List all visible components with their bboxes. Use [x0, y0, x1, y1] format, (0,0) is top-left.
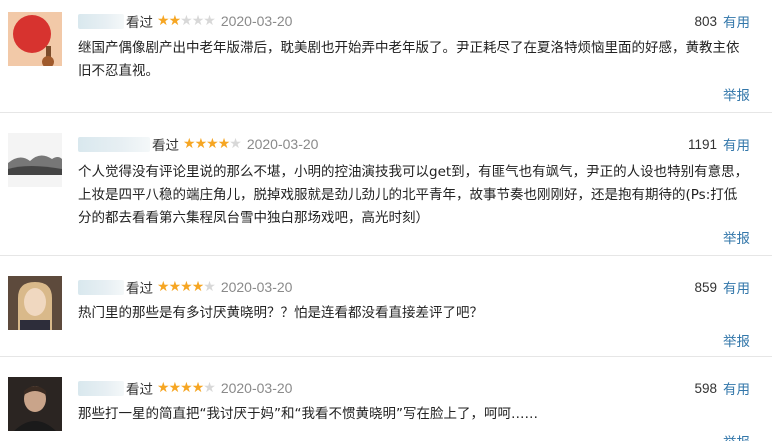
- review-header: 看过 ★ ★ ★ ★ ★ 2020-03-20: [78, 133, 318, 155]
- username[interactable]: [78, 13, 124, 29]
- report-link[interactable]: 举报: [723, 227, 750, 247]
- star-icon: ★: [191, 380, 205, 396]
- star-empty-icon: ★: [180, 13, 193, 29]
- vote-area: 803 有用: [694, 10, 750, 32]
- vote-count: 859: [694, 279, 717, 295]
- star-empty-icon: ★: [191, 13, 205, 29]
- star-empty-icon: ★: [203, 380, 216, 396]
- rating-stars: ★ ★ ★ ★ ★: [157, 279, 216, 295]
- star-icon: ★: [180, 279, 193, 295]
- seen-label: 看过: [126, 15, 153, 31]
- star-icon: ★: [168, 13, 182, 29]
- star-icon: ★: [157, 13, 170, 29]
- avatar[interactable]: [8, 276, 62, 330]
- star-icon: ★: [157, 279, 170, 295]
- star-empty-icon: ★: [203, 13, 216, 29]
- report-link[interactable]: 举报: [723, 330, 750, 350]
- star-icon: ★: [168, 380, 182, 396]
- vote-count: 1191: [687, 136, 717, 152]
- useful-button[interactable]: 有用: [723, 11, 750, 31]
- seen-label: 看过: [152, 138, 179, 154]
- rating-stars: ★ ★ ★ ★ ★: [183, 136, 242, 152]
- avatar-image: [8, 276, 62, 330]
- divider: [0, 255, 772, 256]
- username[interactable]: [78, 136, 150, 152]
- username[interactable]: [78, 279, 124, 295]
- avatar[interactable]: [8, 133, 62, 187]
- review-date: 2020-03-20: [246, 136, 319, 152]
- avatar-image: [8, 377, 62, 431]
- star-icon: ★: [180, 380, 193, 396]
- avatar[interactable]: [8, 12, 62, 66]
- username[interactable]: [78, 380, 124, 396]
- review-header: 看过 ★ ★ ★ ★ ★ 2020-03-20: [78, 276, 292, 298]
- star-icon: ★: [206, 136, 219, 152]
- vote-count: 598: [694, 380, 717, 396]
- useful-button[interactable]: 有用: [723, 277, 750, 297]
- star-icon: ★: [194, 136, 208, 152]
- avatar[interactable]: [8, 377, 62, 431]
- review-header: 看过 ★ ★ ★ ★ ★ 2020-03-20: [78, 10, 292, 32]
- star-icon: ★: [183, 136, 196, 152]
- useful-button[interactable]: 有用: [723, 378, 750, 398]
- avatar-image: [8, 133, 62, 187]
- report-link[interactable]: 举报: [723, 431, 750, 441]
- review-text: 个人觉得没有评论里说的那么不堪，小明的控油演技我可以get到，有匪气也有飒气，尹…: [78, 164, 749, 226]
- review-date: 2020-03-20: [220, 279, 293, 295]
- rating-stars: ★ ★ ★ ★ ★: [157, 380, 216, 396]
- useful-button[interactable]: 有用: [723, 134, 750, 154]
- review-text: 热门里的那些是有多讨厌黄晓明？？怕是连看都没看直接差评了吧？: [78, 305, 483, 321]
- star-empty-icon: ★: [203, 279, 216, 295]
- review-text: 那些打一星的简直把“我讨厌于妈”和“我看不惯黄晓明”写在脸上了，呵呵……: [78, 406, 538, 422]
- review-text: 继国产偶像剧产出中老年版滞后，耽美剧也开始弄中老年版了。尹正耗尽了在夏洛特烦恼里…: [78, 40, 740, 79]
- star-icon: ★: [217, 136, 231, 152]
- report-link[interactable]: 举报: [723, 84, 750, 104]
- divider: [0, 356, 772, 357]
- avatar-image: [8, 12, 62, 66]
- divider: [0, 112, 772, 113]
- review-date: 2020-03-20: [220, 13, 293, 29]
- rating-stars: ★ ★ ★ ★ ★: [157, 13, 216, 29]
- vote-count: 803: [694, 13, 717, 29]
- star-icon: ★: [157, 380, 170, 396]
- star-empty-icon: ★: [229, 136, 242, 152]
- seen-label: 看过: [126, 382, 153, 398]
- star-icon: ★: [168, 279, 182, 295]
- vote-area: 1191 有用: [688, 133, 750, 155]
- star-icon: ★: [191, 279, 205, 295]
- vote-area: 598 有用: [694, 377, 750, 399]
- vote-area: 859 有用: [694, 276, 750, 298]
- review-date: 2020-03-20: [220, 380, 293, 396]
- review-header: 看过 ★ ★ ★ ★ ★ 2020-03-20: [78, 377, 292, 399]
- seen-label: 看过: [126, 281, 153, 297]
